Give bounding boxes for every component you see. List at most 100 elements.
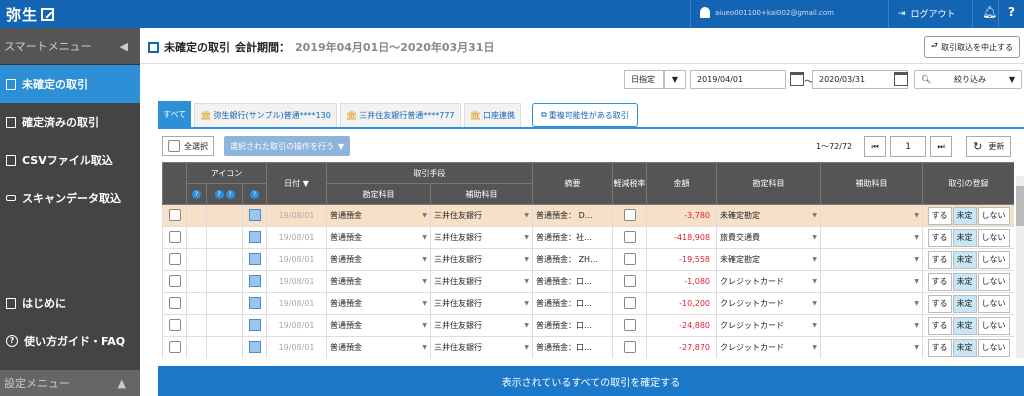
help-icon[interactable]: ? [1008,5,1015,19]
tax-cell[interactable] [612,292,648,315]
register-yes-button[interactable]: する [927,228,952,247]
account-select[interactable]: 普通預金 [326,226,432,249]
row-checkbox-cell[interactable] [162,292,187,315]
date-from-input[interactable]: 2019/04/01 [690,70,786,89]
app-logo[interactable]: 弥生 [6,4,55,25]
row-checkbox-cell[interactable] [162,270,187,293]
reduced-tax-checkbox[interactable] [623,318,636,331]
table-row[interactable]: 19/08/01普通預金 三井住友銀行 普通預金：口… -27,870クレジットカード… [162,336,1014,358]
table-row[interactable]: 19/08/01普通預金 三井住友銀行 普通預金：口… -24,880クレジットカード… [162,314,1014,337]
account-select[interactable]: 普通預金 [326,270,432,293]
subaccount-select[interactable]: 三井住友銀行 [430,270,534,293]
document-icon[interactable] [248,340,261,353]
row-checkbox[interactable] [168,340,181,353]
row-checkbox-cell[interactable] [162,226,187,249]
dest-account-select[interactable]: 未確定勘定 [716,204,822,227]
sidebar-item-confirmed[interactable]: 確定済みの取引 [0,103,140,141]
tax-cell[interactable] [612,204,648,227]
bulk-action-button[interactable]: 選択された取引の操作を行う ▼ [224,136,351,156]
register-no-button[interactable]: しない [977,206,1010,225]
row-checkbox[interactable] [168,252,181,265]
summary-cell[interactable]: 普通預金：口… [532,270,614,293]
tax-cell[interactable] [612,314,648,337]
refresh-button[interactable]: ↻ 更新 [966,136,1012,157]
sidebar-item-intro[interactable]: はじめに [0,284,140,322]
summary-cell[interactable]: 普通預金：口… [532,314,614,337]
summary-cell[interactable]: 普通預金：社… [532,226,614,249]
table-row[interactable]: 19/08/01普通預金 三井住友銀行 普通預金： ZH… -19,558未確定勘定 す… [162,248,1014,271]
help-icon[interactable]: ? [241,183,268,205]
tax-cell[interactable] [612,226,648,249]
reduced-tax-checkbox[interactable] [623,208,636,221]
tax-cell[interactable] [612,270,648,293]
register-pending-button[interactable]: 未定 [952,316,977,335]
dest-subaccount-select[interactable] [820,270,924,293]
help-icon[interactable]: ?? [206,183,243,205]
sidebar-item-unconfirmed[interactable]: 未確定の取引 [0,65,140,103]
logout-button[interactable]: ⇥ ログアウト [898,7,956,21]
register-yes-button[interactable]: する [927,316,952,335]
tab-account-link[interactable]: 🏛︎ 口座連携 [463,103,521,127]
reduced-tax-checkbox[interactable] [623,274,636,287]
subaccount-select[interactable]: 三井住友銀行 [430,248,534,271]
table-scrollbar[interactable] [1016,176,1024,358]
register-pending-button[interactable]: 未定 [952,206,977,225]
register-no-button[interactable]: しない [977,316,1010,335]
tab-yayoi-bank[interactable]: 🏛︎ 弥生銀行(サンプル)普通****130 [194,103,337,127]
row-checkbox[interactable] [168,274,181,287]
sidebar-item-csv-import[interactable]: CSVファイル取込 [0,141,140,179]
last-page-button[interactable]: ⏭ [930,136,953,157]
document-icon[interactable] [248,296,261,309]
row-checkbox[interactable] [168,296,181,309]
register-no-button[interactable]: しない [977,250,1010,269]
select-all-checkbox[interactable]: 全選択 [162,136,214,156]
table-row[interactable]: 19/08/01普通預金 三井住友銀行 普通預金： D… -3,780未確定勘定 する未… [162,204,1014,227]
dest-account-select[interactable]: 未確定勘定 [716,248,822,271]
register-yes-button[interactable]: する [927,338,952,357]
document-icon[interactable] [248,230,261,243]
table-row[interactable]: 19/08/01普通預金 三井住友銀行 普通預金：口… -1,080クレジットカード す… [162,270,1014,293]
reduced-tax-checkbox[interactable] [623,340,636,353]
calendar-icon[interactable] [790,72,804,86]
settings-menu[interactable]: 設定メニュー ▲ [0,370,140,396]
register-yes-button[interactable]: する [927,294,952,313]
table-row[interactable]: 19/08/01普通預金 三井住友銀行 普通預金：口… -10,200クレジットカード… [162,292,1014,315]
stop-import-button[interactable]: ⮐ 取引取込を中止する [923,36,1020,58]
document-icon[interactable] [248,274,261,287]
register-yes-button[interactable]: する [927,250,952,269]
subaccount-select[interactable]: 三井住友銀行 [430,226,534,249]
summary-cell[interactable]: 普通預金：口… [532,292,614,315]
dest-account-select[interactable]: クレジットカード [716,336,822,358]
account-select[interactable]: 普通預金 [326,314,432,337]
help-icon[interactable]: ? [186,183,207,205]
dest-account-select[interactable]: クレジットカード [716,292,822,315]
sidebar-item-guide[interactable]: ? 使い方ガイド・FAQ [0,322,140,360]
duplicate-check-button[interactable]: ⧉ 重複可能性がある取引 [532,103,638,127]
account-select[interactable]: 普通預金 [326,248,432,271]
dest-subaccount-select[interactable] [820,248,924,271]
date-mode-select[interactable]: 日指定 [624,70,664,89]
dest-account-select[interactable]: 旅費交通費 [716,226,822,249]
register-pending-button[interactable]: 未定 [952,228,977,247]
document-icon[interactable] [248,252,261,265]
register-no-button[interactable]: しない [977,338,1010,357]
column-header-date[interactable]: 日付 ▼ [266,162,328,205]
subaccount-select[interactable]: 三井住友銀行 [430,204,534,227]
bell-icon[interactable]: 🔔︎ [982,5,997,19]
register-pending-button[interactable]: 未定 [952,272,977,291]
summary-cell[interactable]: 普通預金： ZH… [532,248,614,271]
register-no-button[interactable]: しない [977,294,1010,313]
page-number-input[interactable]: 1 [890,136,927,157]
tax-cell[interactable] [612,336,648,358]
register-yes-button[interactable]: する [927,272,952,291]
sidebar-item-scan-import[interactable]: スキャンデータ取込 [0,179,140,217]
row-checkbox[interactable] [168,230,181,243]
document-icon[interactable] [248,318,261,331]
document-icon[interactable] [248,208,261,221]
subaccount-select[interactable]: 三井住友銀行 [430,314,534,337]
dest-subaccount-select[interactable] [820,336,924,358]
subaccount-select[interactable]: 三井住友銀行 [430,292,534,315]
account-select[interactable]: 普通預金 [326,292,432,315]
dest-subaccount-select[interactable] [820,314,924,337]
dest-subaccount-select[interactable] [820,204,924,227]
